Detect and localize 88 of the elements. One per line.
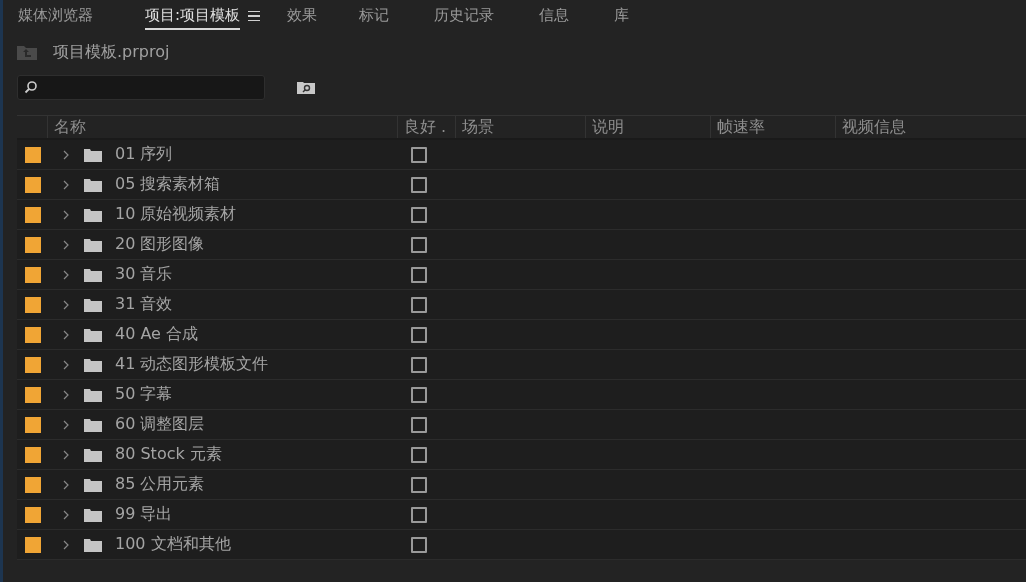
- chevron-right-icon[interactable]: [62, 179, 70, 190]
- panel-tab[interactable]: 库: [614, 2, 630, 30]
- checkbox[interactable]: [411, 326, 427, 343]
- panel-tab[interactable]: 项目:项目模板: [145, 2, 241, 30]
- column-header[interactable]: 名称: [47, 116, 397, 138]
- bin-name[interactable]: 05 搜索素材箱: [115, 174, 221, 195]
- color-label[interactable]: [25, 206, 41, 223]
- bin-name[interactable]: 60 调整图层: [115, 414, 205, 435]
- bin-name[interactable]: 20 图形图像: [115, 234, 205, 255]
- bin-name[interactable]: 41 动态图形模板文件: [115, 354, 269, 375]
- menu-icon[interactable]: [248, 10, 261, 22]
- checkbox[interactable]: [411, 506, 427, 523]
- chevron-right-icon[interactable]: [62, 239, 70, 250]
- color-label[interactable]: [25, 446, 41, 463]
- chevron-right-icon[interactable]: [62, 419, 70, 430]
- checkbox[interactable]: [411, 206, 427, 223]
- bin-name[interactable]: 31 音效: [115, 294, 173, 315]
- project-file-name: 项目模板.prproj: [53, 41, 170, 63]
- color-label[interactable]: [25, 536, 41, 553]
- checkbox[interactable]: [411, 236, 427, 253]
- chevron-right-icon[interactable]: [62, 269, 70, 280]
- chevron-right-icon[interactable]: [62, 149, 70, 160]
- column-header[interactable]: 场景: [455, 116, 585, 138]
- checkbox[interactable]: [411, 476, 427, 493]
- folder-icon: [84, 417, 102, 432]
- column-header[interactable]: 视频信息: [835, 116, 1015, 138]
- chevron-right-icon[interactable]: [62, 389, 70, 400]
- folder-icon: [84, 327, 102, 342]
- checkbox[interactable]: [411, 146, 427, 163]
- folder-icon: [84, 207, 102, 222]
- checkbox[interactable]: [411, 176, 427, 193]
- column-header[interactable]: 良好 .: [397, 116, 455, 138]
- panel-tab[interactable]: 媒体浏览器: [18, 2, 93, 30]
- bin-name[interactable]: 85 公用元素: [115, 474, 205, 495]
- color-label[interactable]: [25, 476, 41, 493]
- folder-icon: [84, 477, 102, 492]
- checkbox[interactable]: [411, 386, 427, 403]
- panel-tab[interactable]: 信息: [539, 2, 570, 30]
- folder-icon: [84, 147, 102, 162]
- folder-icon: [84, 267, 102, 282]
- bin-name[interactable]: 100 文档和其他: [115, 534, 231, 555]
- search-icon: [24, 80, 38, 94]
- search-field[interactable]: [17, 74, 265, 100]
- bin-name[interactable]: 80 Stock 元素: [115, 444, 222, 465]
- color-label[interactable]: [25, 326, 41, 343]
- panel-tab[interactable]: 标记: [359, 2, 390, 30]
- chevron-right-icon[interactable]: [62, 509, 70, 520]
- checkbox[interactable]: [411, 446, 427, 463]
- color-label[interactable]: [25, 416, 41, 433]
- color-label[interactable]: [25, 356, 41, 373]
- folder-icon: [84, 537, 102, 552]
- checkbox[interactable]: [411, 416, 427, 433]
- column-header[interactable]: 说明: [585, 116, 710, 138]
- color-label[interactable]: [25, 506, 41, 523]
- color-label[interactable]: [25, 146, 41, 163]
- chevron-right-icon[interactable]: [62, 299, 70, 310]
- panel-tab[interactable]: 历史记录: [434, 2, 495, 30]
- column-header[interactable]: 帧速率: [710, 116, 835, 138]
- chevron-right-icon[interactable]: [62, 359, 70, 370]
- bin-name[interactable]: 30 音乐: [115, 264, 173, 285]
- checkbox[interactable]: [411, 536, 427, 553]
- checkbox[interactable]: [411, 356, 427, 373]
- bin-name[interactable]: 99 导出: [115, 504, 173, 525]
- checkbox[interactable]: [411, 296, 427, 313]
- folder-icon: [84, 177, 102, 192]
- folder-icon: [84, 297, 102, 312]
- folder-icon: [84, 447, 102, 462]
- color-label[interactable]: [25, 266, 41, 283]
- bin-name[interactable]: 40 Ae 合成: [115, 324, 199, 345]
- chevron-right-icon[interactable]: [62, 329, 70, 340]
- folder-icon: [84, 357, 102, 372]
- checkbox[interactable]: [411, 266, 427, 283]
- chevron-right-icon[interactable]: [62, 479, 70, 490]
- folder-icon: [84, 507, 102, 522]
- bin-name[interactable]: 50 字幕: [115, 384, 173, 405]
- chevron-right-icon[interactable]: [62, 539, 70, 550]
- folder-icon: [84, 387, 102, 402]
- chevron-right-icon[interactable]: [62, 209, 70, 220]
- panel-tab[interactable]: 效果: [287, 2, 318, 30]
- color-label[interactable]: [25, 386, 41, 403]
- color-label[interactable]: [25, 296, 41, 313]
- bin-name[interactable]: 01 序列: [115, 144, 173, 165]
- color-label[interactable]: [25, 176, 41, 193]
- bin-name[interactable]: 10 原始视频素材: [115, 204, 237, 225]
- folder-search-icon[interactable]: [297, 80, 315, 94]
- chevron-right-icon[interactable]: [62, 449, 70, 460]
- folder-icon: [84, 237, 102, 252]
- color-label[interactable]: [25, 236, 41, 253]
